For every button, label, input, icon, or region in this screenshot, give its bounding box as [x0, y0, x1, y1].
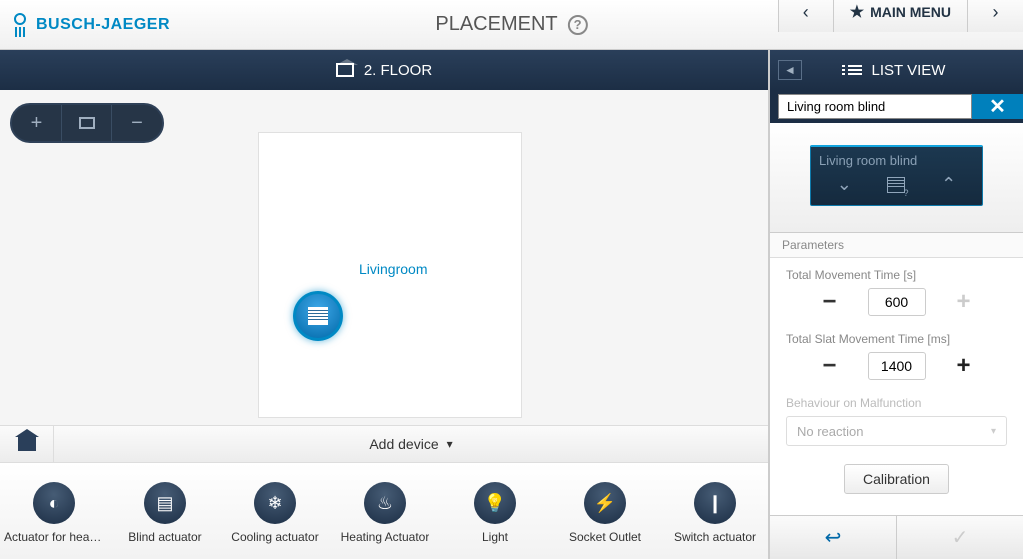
device-palette-item-actuator-heating[interactable]: ◐ Actuator for heati… [4, 482, 104, 544]
nav-forward-button[interactable]: › [968, 0, 1023, 32]
device-palette-item-light[interactable]: 💡 Light [446, 482, 544, 544]
param-slat-movement: Total Slat Movement Time [ms] − + [770, 322, 1023, 386]
chevron-right-icon: › [993, 2, 999, 23]
panel-footer: ↩ ✓ [770, 515, 1023, 559]
blind-actuator-icon: ▤ [144, 482, 186, 524]
blind-up-button[interactable]: ⌃ [941, 174, 956, 195]
floor-canvas[interactable]: Livingroom [258, 132, 522, 418]
fullscreen-icon [79, 117, 95, 129]
page-title-text: PLACEMENT [435, 13, 557, 36]
increment-button[interactable]: + [950, 352, 978, 380]
param-label: Total Slat Movement Time [ms] [786, 332, 1007, 346]
list-view-label: LIST VIEW [872, 62, 946, 79]
floor-label: 2. FLOOR [364, 62, 432, 79]
nav-back-button[interactable]: ‹ [779, 0, 834, 32]
undo-button[interactable]: ↩ [770, 516, 897, 559]
blind-icon [308, 307, 328, 325]
param-label: Total Movement Time [s] [786, 268, 1007, 282]
select-value: No reaction [797, 424, 863, 439]
help-icon[interactable]: ? [568, 15, 588, 35]
chevron-down-icon: ▾ [447, 437, 453, 451]
param-malfunction: Behaviour on Malfunction [770, 386, 1023, 410]
decrement-button[interactable]: − [816, 352, 844, 380]
heating-actuator-icon: ♨ [364, 482, 406, 524]
zoom-in-button[interactable]: + [12, 105, 62, 141]
blind-down-button[interactable]: ⌄ [837, 174, 852, 195]
check-icon: ✓ [952, 525, 969, 550]
header-nav: ‹ ★ MAIN MENU › [778, 0, 1023, 32]
fit-screen-button[interactable] [62, 105, 112, 141]
device-palette-item-switch-actuator[interactable]: ❙ Switch actuator [666, 482, 764, 544]
clear-search-button[interactable]: ✕ [972, 94, 1023, 119]
calibration-button[interactable]: Calibration [844, 464, 949, 494]
device-palette: ◐ Actuator for heati… ▤ Blind actuator ❄ Cool… [0, 463, 768, 559]
device-card[interactable]: Living room blind ⌄ ⌃ [810, 145, 983, 206]
brand-text: BUSCH-JAEGER [36, 16, 170, 34]
zoom-out-button[interactable]: − [112, 105, 162, 141]
cooling-actuator-icon: ❄ [254, 482, 296, 524]
list-icon [848, 65, 862, 75]
main-area: 2. FLOOR + − Livingroom Add device ▾ ◐ Ac… [0, 50, 768, 559]
add-device-dropdown[interactable]: Add device ▾ [54, 436, 768, 452]
panel-back-button[interactable]: ◄ [778, 60, 802, 80]
device-palette-label: Socket Outlet [569, 530, 641, 544]
header: BUSCH-JAEGER PLACEMENT ? ‹ ★ MAIN MENU › [0, 0, 1023, 50]
calibration-row: Calibration [770, 446, 1023, 504]
device-card-area: Living room blind ⌄ ⌃ [770, 123, 1023, 233]
increment-button[interactable]: + [950, 288, 978, 316]
undo-icon: ↩ [825, 525, 842, 550]
light-icon: 💡 [474, 482, 516, 524]
device-palette-item-cooling-actuator[interactable]: ❄ Cooling actuator [226, 482, 324, 544]
brand-logo: BUSCH-JAEGER [0, 11, 170, 39]
floor-bar[interactable]: 2. FLOOR [0, 50, 768, 90]
home-icon [18, 437, 36, 451]
device-palette-label: Cooling actuator [231, 530, 318, 544]
param-total-movement: Total Movement Time [s] − + [770, 258, 1023, 322]
param-value-input[interactable] [868, 352, 926, 380]
socket-outlet-icon: ⚡ [584, 482, 626, 524]
device-palette-item-heating-actuator[interactable]: ♨ Heating Actuator [336, 482, 434, 544]
actuator-heating-icon: ◐ [33, 482, 75, 524]
chevron-left-icon: ‹ [803, 2, 809, 23]
room-label: Livingroom [359, 261, 427, 277]
home-button[interactable] [0, 426, 54, 462]
main-menu-label: MAIN MENU [870, 4, 951, 20]
parameters-section: Parameters Total Movement Time [s] − + T… [770, 233, 1023, 515]
device-palette-label: Blind actuator [128, 530, 201, 544]
list-view-bar[interactable]: ◄ LIST VIEW [770, 50, 1023, 90]
switch-actuator-icon: ❙ [694, 482, 736, 524]
add-device-label: Add device [369, 436, 438, 452]
device-marker-blind[interactable] [293, 291, 343, 341]
page-title: PLACEMENT ? [435, 13, 587, 36]
search-input[interactable] [778, 94, 972, 119]
device-palette-label: Light [482, 530, 508, 544]
malfunction-select[interactable]: No reaction [786, 416, 1007, 446]
device-card-name: Living room blind [819, 153, 974, 168]
device-palette-item-socket-outlet[interactable]: ⚡ Socket Outlet [556, 482, 654, 544]
bottom-toolbar: Add device ▾ [0, 425, 768, 463]
param-label: Behaviour on Malfunction [786, 396, 1007, 410]
device-palette-label: Heating Actuator [341, 530, 430, 544]
decrement-button[interactable]: − [816, 288, 844, 316]
zoom-controls: + − [10, 103, 164, 143]
main-menu-button[interactable]: ★ MAIN MENU [834, 0, 968, 32]
close-icon: ✕ [989, 94, 1006, 119]
search-row: ✕ [770, 90, 1023, 123]
device-palette-label: Actuator for heati… [4, 530, 104, 544]
param-value-input[interactable] [868, 288, 926, 316]
device-palette-label: Switch actuator [674, 530, 756, 544]
confirm-button[interactable]: ✓ [897, 516, 1023, 559]
device-palette-item-blind-actuator[interactable]: ▤ Blind actuator [116, 482, 214, 544]
device-card-controls: ⌄ ⌃ [819, 174, 974, 195]
star-icon: ★ [850, 2, 864, 22]
quantity-stepper: − + [786, 288, 1007, 316]
floor-icon [336, 63, 354, 77]
parameters-header: Parameters [770, 233, 1023, 258]
quantity-stepper: − + [786, 352, 1007, 380]
right-panel: ◄ LIST VIEW ✕ Living room blind ⌄ ⌃ Para… [768, 50, 1023, 559]
logo-mark-icon [12, 11, 28, 39]
blind-status-icon [887, 177, 905, 193]
